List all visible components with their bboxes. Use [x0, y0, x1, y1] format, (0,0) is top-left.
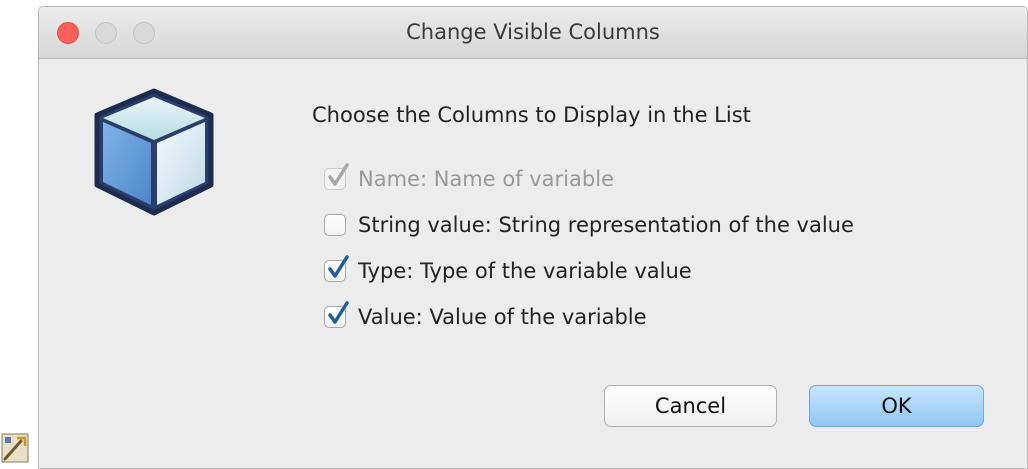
type-option-label[interactable]: Type: Type of the variable value [358, 259, 692, 283]
type-checkbox[interactable] [324, 255, 349, 282]
value-option-label[interactable]: Value: Value of the variable [358, 305, 647, 329]
column-option-type[interactable]: Type: Type of the variable value [324, 255, 692, 286]
change-visible-columns-dialog: Change Visible Columns Choose the Column… [38, 6, 1028, 469]
column-option-string-value[interactable]: String value: String representation of t… [324, 210, 854, 240]
string-value-checkbox[interactable] [324, 214, 346, 236]
tool-icon [1, 433, 29, 463]
cancel-button[interactable]: Cancel [604, 385, 777, 427]
cube-icon [94, 88, 214, 216]
name-option-label: Name: Name of variable [358, 167, 614, 191]
ok-button[interactable]: OK [809, 385, 984, 427]
name-checkbox [324, 163, 349, 190]
string-value-option-label[interactable]: String value: String representation of t… [358, 213, 854, 237]
checkmark-icon [328, 255, 349, 278]
window-title: Change Visible Columns [406, 20, 660, 44]
value-checkbox[interactable] [324, 301, 349, 328]
columns-heading: Choose the Columns to Display in the Lis… [312, 103, 751, 127]
checkmark-icon [328, 301, 349, 324]
checkmark-icon [328, 163, 349, 186]
column-option-name: Name: Name of variable [324, 163, 614, 194]
column-option-value[interactable]: Value: Value of the variable [324, 301, 647, 332]
title-bar[interactable]: Change Visible Columns [39, 7, 1027, 59]
